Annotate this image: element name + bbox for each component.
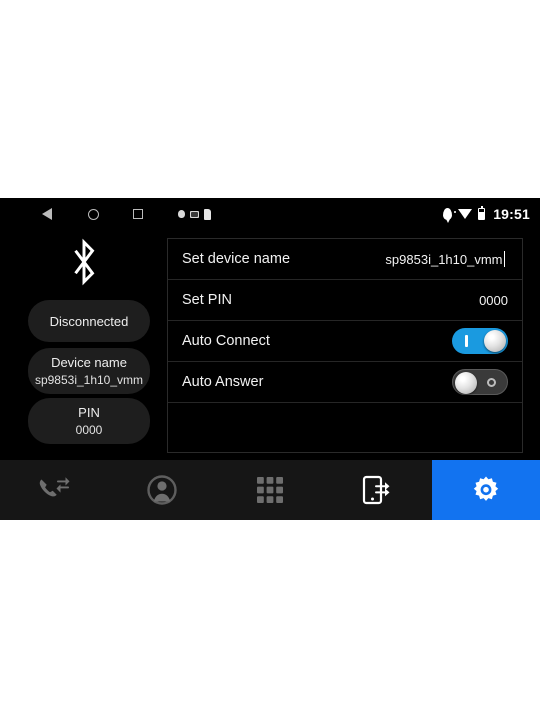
bottom-tab-bar <box>0 460 540 520</box>
tab-settings[interactable] <box>432 460 540 520</box>
pin-title: PIN <box>78 405 100 420</box>
connection-status-pill[interactable]: Disconnected <box>28 300 150 342</box>
auto-answer-toggle[interactable] <box>452 369 508 395</box>
bluetooth-icon <box>73 238 94 286</box>
notification-dot-icon <box>178 210 185 218</box>
pin-value: 0000 <box>75 423 103 437</box>
device-screen: 19:51 Disconnected Device name sp9853i_1… <box>0 198 540 520</box>
toggle-knob <box>484 330 506 352</box>
status-bar: 19:51 <box>0 198 540 230</box>
device-name-pill[interactable]: Device name sp9853i_1h10_vmm <box>28 348 150 394</box>
row-empty <box>168 403 522 445</box>
bluetooth-logo-wrap <box>0 238 167 286</box>
auto-connect-label: Auto Connect <box>182 333 270 349</box>
screenshot-image-icon <box>190 210 199 218</box>
circle-home-icon <box>88 208 99 220</box>
toggle-on-mark-icon <box>465 335 468 347</box>
auto-connect-toggle[interactable] <box>452 328 508 354</box>
phone-transfer-icon <box>362 475 390 505</box>
row-set-pin[interactable]: Set PIN 0000 <box>168 280 522 321</box>
auto-answer-label: Auto Answer <box>182 374 264 390</box>
bluetooth-sidebar: Disconnected Device name sp9853i_1h10_vm… <box>0 230 167 460</box>
dialpad-grid-icon <box>257 477 283 503</box>
pin-pill[interactable]: PIN 0000 <box>28 398 150 444</box>
device-name-value: sp9853i_1h10_vmm <box>34 373 144 387</box>
square-recents-icon <box>133 209 143 219</box>
triangle-back-icon <box>42 208 52 220</box>
tab-contacts[interactable] <box>108 460 216 520</box>
battery-icon <box>478 206 486 220</box>
set-device-name-field[interactable]: sp9853i_1h10_vmm <box>385 251 508 267</box>
set-device-name-label: Set device name <box>182 251 291 267</box>
text-cursor-icon <box>503 251 505 267</box>
row-set-device-name[interactable]: Set device name sp9853i_1h10_vmm <box>168 239 522 280</box>
set-pin-value[interactable]: 0000 <box>479 293 508 308</box>
phone-call-log-icon <box>39 477 70 497</box>
nav-back-button[interactable] <box>42 198 52 230</box>
row-auto-answer[interactable]: Auto Answer <box>168 362 522 403</box>
set-device-name-value: sp9853i_1h10_vmm <box>385 252 503 267</box>
connection-status-label: Disconnected <box>49 313 129 329</box>
location-pin-icon <box>443 208 453 223</box>
status-clock: 19:51 <box>493 206 530 222</box>
row-auto-connect[interactable]: Auto Connect <box>168 321 522 362</box>
gear-settings-icon <box>473 476 499 501</box>
set-pin-label: Set PIN <box>182 292 232 308</box>
toggle-off-mark-icon <box>487 378 496 387</box>
tab-dialpad[interactable] <box>216 460 324 520</box>
person-contacts-icon <box>147 475 177 505</box>
wifi-icon <box>454 209 473 219</box>
device-name-title: Device name <box>51 355 127 370</box>
status-left-icons <box>178 198 211 230</box>
tab-device-sync[interactable] <box>324 460 432 520</box>
toggle-knob <box>455 372 477 394</box>
tab-call-log[interactable] <box>0 460 108 520</box>
sim-card-icon <box>204 208 211 220</box>
content-area: Disconnected Device name sp9853i_1h10_vm… <box>0 230 540 460</box>
nav-recents-button[interactable] <box>133 198 143 230</box>
status-right-icons: 19:51 <box>443 198 530 230</box>
bluetooth-settings-panel: Set device name sp9853i_1h10_vmm Set PIN… <box>167 238 523 453</box>
nav-home-button[interactable] <box>88 198 99 230</box>
